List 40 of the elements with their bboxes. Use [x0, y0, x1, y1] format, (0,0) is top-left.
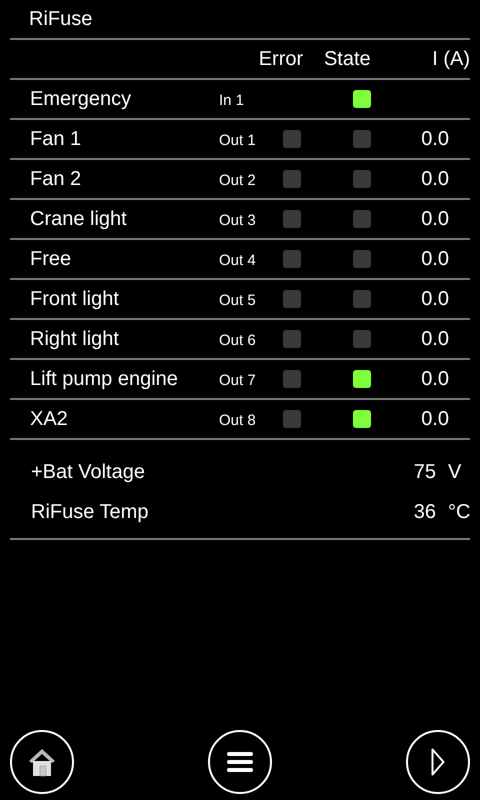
home-button[interactable]	[10, 730, 74, 794]
channel-name: XA2	[30, 407, 69, 432]
channel-name: Emergency	[30, 87, 132, 112]
port-label: Out 3	[219, 210, 257, 231]
current-value: 0.0	[420, 327, 449, 352]
column-header: Error	[258, 47, 304, 72]
column-header: I (A)	[431, 47, 470, 72]
current-value: 0.0	[420, 167, 449, 192]
channel-name: Fan 1	[30, 127, 82, 152]
channel-name: Crane light	[30, 207, 128, 232]
menu-button[interactable]	[208, 730, 272, 794]
current-value: 0.0	[420, 207, 449, 232]
port-label: Out 5	[219, 290, 257, 311]
play-icon	[431, 748, 445, 776]
port-label: Out 1	[219, 130, 257, 151]
reading-unit: V	[447, 460, 462, 485]
port-label: Out 7	[219, 370, 257, 391]
channel-name: Lift pump engine	[30, 367, 179, 392]
reading-value: 36	[412, 500, 436, 525]
current-value: 0.0	[420, 127, 449, 152]
current-value: 0.0	[420, 367, 449, 392]
channel-name: Free	[30, 247, 72, 272]
port-label: Out 6	[219, 330, 257, 351]
reading-label: +Bat Voltage	[31, 460, 146, 485]
current-value: 0.0	[420, 407, 449, 432]
next-button[interactable]	[406, 730, 470, 794]
screen-title: RiFuse	[28, 7, 92, 32]
port-label: Out 8	[219, 410, 257, 431]
channel-name: Front light	[30, 287, 120, 312]
port-label: In 1	[219, 90, 246, 111]
port-label: Out 4	[219, 250, 257, 271]
reading-value: 75	[412, 460, 436, 485]
channel-name: Fan 2	[30, 167, 82, 192]
column-header: State	[322, 47, 372, 72]
menu-icon	[227, 751, 253, 773]
reading-label: RiFuse Temp	[31, 500, 150, 525]
current-value: 0.0	[420, 247, 449, 272]
current-value: 0.0	[420, 287, 449, 312]
channel-name: Right light	[30, 327, 120, 352]
port-label: Out 2	[219, 170, 257, 191]
